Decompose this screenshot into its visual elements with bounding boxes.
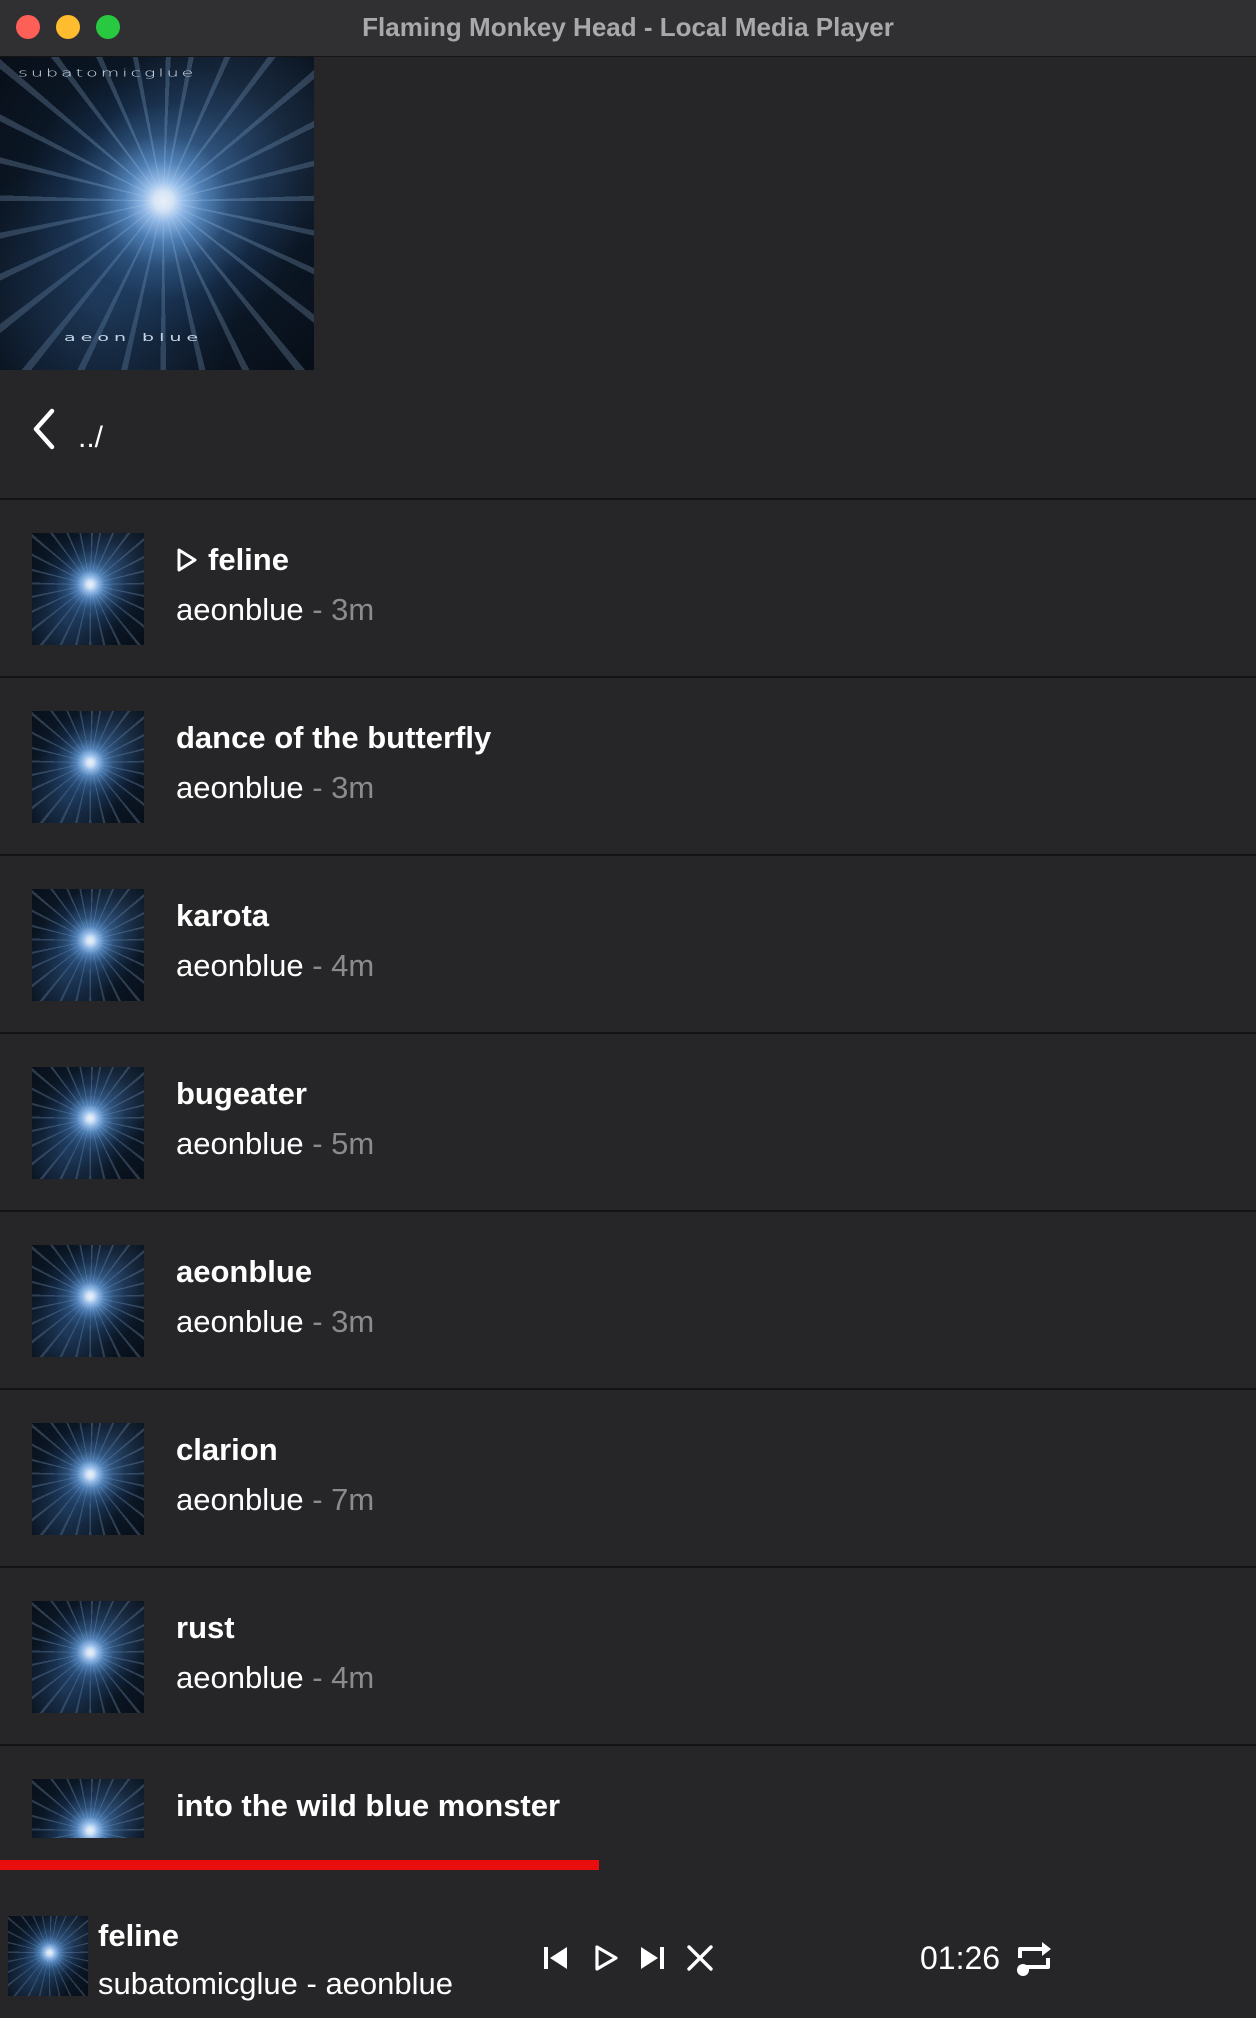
track-thumbnail [32, 889, 144, 1001]
track-separator: - [303, 1660, 332, 1695]
track-title: aeonblue [176, 1254, 313, 1289]
now-playing-thumbnail [8, 1916, 88, 1996]
play-button[interactable] [588, 1940, 624, 1976]
track-artist: aeonblue [176, 948, 304, 983]
track-title: rust [176, 1610, 235, 1645]
parent-directory-row[interactable]: ../ [0, 371, 1256, 500]
playback-progress-bar[interactable] [0, 1860, 1256, 1870]
track-meta: aeonblue - 3m [176, 770, 374, 806]
track-row[interactable]: into the wild blue monster [0, 1746, 1256, 1838]
track-artist: aeonblue [176, 592, 304, 627]
window-title: Flaming Monkey Head - Local Media Player [362, 12, 894, 42]
track-meta: aeonblue - 4m [176, 1660, 374, 1696]
track-thumbnail [32, 1067, 144, 1179]
track-duration: 4m [331, 1660, 375, 1695]
track-row[interactable]: aeonblue aeonblue - 3m [0, 1212, 1256, 1390]
player-bar: feline subatomicglue - aeonblue 01:26 [0, 1870, 1256, 2018]
track-list: feline aeonblue - 3m dance of the butter… [0, 500, 1256, 1838]
track-meta: aeonblue - 3m [176, 1304, 374, 1340]
track-title: dance of the butterfly [176, 720, 492, 755]
title-bar[interactable]: Flaming Monkey Head - Local Media Player [0, 0, 1256, 57]
track-title: karota [176, 898, 270, 933]
track-artist: aeonblue [176, 1482, 304, 1517]
now-playing-icon [177, 548, 197, 572]
next-track-button[interactable] [634, 1940, 670, 1976]
track-thumbnail [32, 1779, 144, 1838]
track-row[interactable]: dance of the butterfly aeonblue - 3m [0, 678, 1256, 856]
repeat-button[interactable] [1014, 1936, 1054, 1980]
track-separator: - [303, 1304, 332, 1339]
now-playing-title: feline [98, 1918, 179, 1953]
previous-track-button[interactable] [538, 1940, 574, 1976]
elapsed-time: 01:26 [920, 1940, 1001, 1976]
track-title: feline [208, 542, 289, 577]
track-row[interactable]: karota aeonblue - 4m [0, 856, 1256, 1034]
track-separator: - [303, 1482, 332, 1517]
album-art-artist-text: subatomicglue [18, 67, 197, 80]
track-meta: aeonblue - 3m [176, 592, 374, 628]
parent-directory-label: ../ [78, 421, 104, 454]
app-window: Flaming Monkey Head - Local Media Player… [0, 0, 1256, 2018]
track-thumbnail [32, 1601, 144, 1713]
track-row[interactable]: clarion aeonblue - 7m [0, 1390, 1256, 1568]
next-icon [641, 1947, 664, 1969]
track-artist: aeonblue [176, 1660, 304, 1695]
track-duration: 4m [331, 948, 375, 983]
chevron-left-icon[interactable] [30, 406, 60, 452]
playback-progress-fill [0, 1860, 600, 1870]
stop-button[interactable] [682, 1940, 718, 1976]
track-title: bugeater [176, 1076, 307, 1111]
track-separator: - [303, 770, 332, 805]
track-duration: 3m [331, 1304, 375, 1339]
track-title: into the wild blue monster [176, 1788, 561, 1823]
track-thumbnail [32, 1423, 144, 1535]
track-separator: - [303, 592, 332, 627]
track-row[interactable]: bugeater aeonblue - 5m [0, 1034, 1256, 1212]
track-row[interactable]: rust aeonblue - 4m [0, 1568, 1256, 1746]
previous-icon [544, 1947, 567, 1969]
track-title: clarion [176, 1432, 278, 1467]
track-row[interactable]: feline aeonblue - 3m [0, 500, 1256, 678]
track-duration: 3m [331, 770, 375, 805]
track-duration: 5m [331, 1126, 375, 1161]
album-art-album-text: aeon blue [64, 331, 204, 344]
track-duration: 3m [331, 592, 375, 627]
stop-icon [687, 1945, 713, 1971]
repeat-icon [1017, 1942, 1051, 1976]
track-duration: 7m [331, 1482, 375, 1517]
track-meta: aeonblue - 4m [176, 948, 374, 984]
track-separator: - [303, 948, 332, 983]
track-meta: aeonblue - 5m [176, 1126, 374, 1162]
album-art: subatomicglue aeon blue [0, 57, 314, 370]
track-artist: aeonblue [176, 1126, 304, 1161]
track-thumbnail [32, 533, 144, 645]
play-icon [595, 1945, 618, 1971]
track-meta: aeonblue - 7m [176, 1482, 374, 1518]
track-thumbnail [32, 711, 144, 823]
track-artist: aeonblue [176, 1304, 304, 1339]
track-separator: - [303, 1126, 332, 1161]
track-thumbnail [32, 1245, 144, 1357]
track-artist: aeonblue [176, 770, 304, 805]
now-playing-subtitle: subatomicglue - aeonblue [98, 1966, 454, 2001]
